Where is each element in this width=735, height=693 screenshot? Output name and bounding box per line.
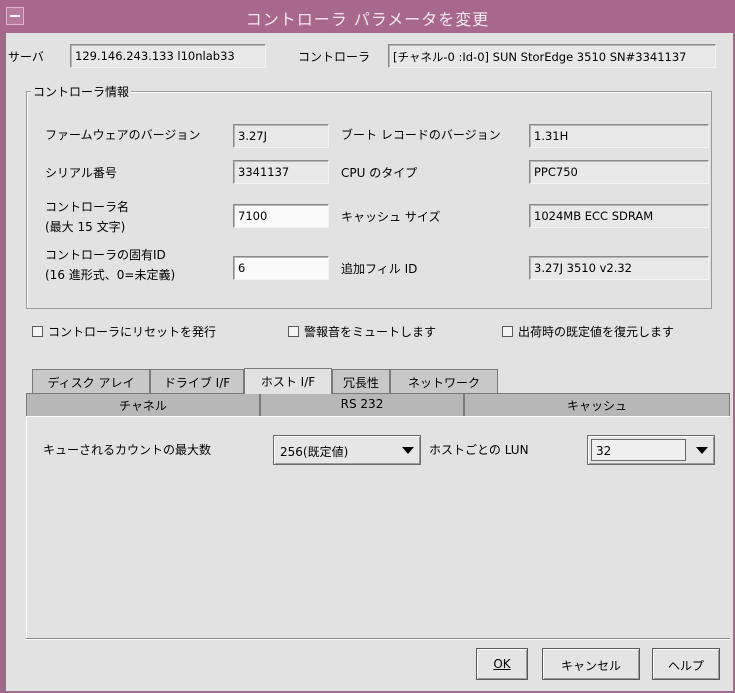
unique-id-hint: (16 進形式、0=未定義) [45,268,176,282]
host-if-panel: キューされるカウントの最大数 256(既定値) ホストごとの LUN 32 [26,416,730,638]
checkbox-box[interactable] [502,326,513,337]
controller-name-hint: (最大 15 文字) [45,220,126,234]
chevron-down-icon[interactable] [696,447,708,454]
tab-drive-if[interactable]: ドライブ I/F [150,369,244,393]
footer-separator [26,638,730,640]
serial-number-field: 3341137 [233,160,329,184]
luns-per-host-value: 32 [591,439,686,461]
restore-defaults-label: 出荷時の既定値を復元します [518,325,675,339]
cpu-type-field: PPC750 [529,160,709,184]
unique-id-label: コントローラの固有ID [45,248,166,262]
firmware-version-field: 3.27J [233,124,329,148]
controller-name-input[interactable]: 7100 [233,204,329,228]
luns-per-host-label: ホストごとの LUN [429,443,529,457]
unique-id-input[interactable]: 6 [233,256,329,280]
max-queued-count-label: キューされるカウントの最大数 [43,443,212,457]
cache-size-label: キャッシュ サイズ [341,210,441,224]
server-field: 129.146.243.133 l10nlab33 [70,44,266,68]
fru-id-label: 追加フィル ID [341,262,418,276]
title-bar[interactable]: コントローラ パラメータを変更 [0,0,735,33]
cancel-button[interactable]: キャンセル [542,648,640,680]
luns-per-host-select[interactable]: 32 [587,435,715,465]
controller-name-label: コントローラ名 [45,200,130,214]
window-title: コントローラ パラメータを変更 [245,10,490,29]
fru-id-field: 3.27J 3510 v2.32 [529,256,709,280]
boot-record-version-label: ブート レコードのバージョン [341,128,501,142]
server-label: サーバ [8,50,44,64]
ok-button-label: OK [493,657,511,671]
checkbox-box[interactable] [288,326,299,337]
cpu-type-label: CPU のタイプ [341,166,418,180]
controller-label: コントローラ [298,50,371,64]
tab-redundancy[interactable]: 冗長性 [332,369,390,393]
checkbox-box[interactable] [32,326,43,337]
reset-controller-label: コントローラにリセットを発行 [48,325,217,339]
mute-alarm-checkbox[interactable]: 警報音をミュートします [288,323,436,340]
chevron-down-icon[interactable] [402,447,414,454]
subtab-channel[interactable]: チャネル [26,393,260,416]
firmware-version-label: ファームウェアのバージョン [45,128,201,142]
subtab-cache[interactable]: キャッシュ [464,393,730,416]
tab-host-if[interactable]: ホスト I/F [244,368,332,394]
controller-info-group: コントローラ情報 ファームウェアのバージョン 3.27J ブート レコードのバー… [26,83,712,309]
tab-network[interactable]: ネットワーク [390,369,498,393]
reset-controller-checkbox[interactable]: コントローラにリセットを発行 [32,323,216,340]
serial-number-label: シリアル番号 [45,166,117,180]
tab-disk-array[interactable]: ディスク アレイ [32,369,150,393]
subtab-rs232[interactable]: RS 232 [260,393,464,416]
max-queued-count-value: 256(既定値) [280,445,349,459]
mute-alarm-label: 警報音をミュートします [304,325,437,339]
restore-defaults-checkbox[interactable]: 出荷時の既定値を復元します [502,323,674,340]
max-queued-count-select[interactable]: 256(既定値) [273,435,421,465]
help-button[interactable]: ヘルプ [652,648,720,680]
boot-record-version-field: 1.31H [529,124,709,148]
cache-size-field: 1024MB ECC SDRAM [529,204,709,228]
dialog-window: コントローラ パラメータを変更 サーバ 129.146.243.133 l10n… [0,0,735,693]
controller-info-legend: コントローラ情報 [31,83,132,100]
controller-field: [チャネル-0 :Id-0] SUN StorEdge 3510 SN#3341… [388,44,716,68]
ok-button[interactable]: OK [476,648,528,680]
